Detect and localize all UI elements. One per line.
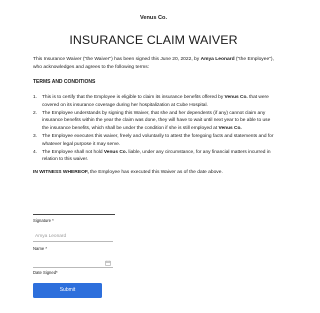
witness-text: the Employee has executed this Waiver as… — [88, 170, 223, 175]
terms-item-company: Venus Co. — [224, 95, 248, 100]
terms-item-text: The Employee shall not hold — [42, 149, 104, 155]
name-label: Name * — [33, 246, 47, 251]
intro-paragraph: This Insurance Waiver ("the Waiver") has… — [33, 56, 278, 72]
date-field[interactable] — [33, 257, 113, 268]
terms-heading: TERMS AND CONDITIONS — [33, 79, 96, 85]
witness-bold: IN WITNESS WHEREOF, — [33, 170, 89, 175]
waiver-page: Venus Co. INSURANCE CLAIM WAIVER This In… — [0, 0, 307, 313]
date-label: Date Signed* — [33, 270, 58, 275]
terms-item: 4. The Employee shall not hold Venus Co. … — [33, 149, 276, 165]
witness-statement: IN WITNESS WHEREOF, the Employee has exe… — [33, 169, 278, 177]
terms-item: 3. The Employee executes this waiver, fre… — [33, 133, 276, 149]
terms-item: 2. The Employee understands by signing th… — [33, 110, 276, 133]
terms-item-number: 1. — [33, 95, 38, 100]
signature-label: Signature * — [33, 218, 54, 223]
terms-item-text: This is to certify that the Employee is … — [42, 95, 225, 100]
terms-item-number: 2. — [33, 110, 38, 116]
employee-name: Amya Leonard — [200, 57, 235, 62]
signature-line[interactable] — [33, 214, 115, 215]
submit-button[interactable]: Submit — [33, 283, 102, 298]
terms-item-company: Venus Co. — [103, 149, 128, 155]
company-name: Venus Co. — [139, 15, 168, 21]
calendar-icon[interactable] — [105, 260, 111, 266]
terms-item-number: 3. — [33, 133, 38, 139]
terms-item-text: The Employee executes this waiver, freel… — [42, 133, 274, 147]
terms-item-company: Venus Co. — [218, 126, 242, 132]
terms-item: 1. This is to certify that the Employee i… — [33, 94, 276, 110]
page-title: INSURANCE CLAIM WAIVER — [69, 33, 238, 47]
terms-item-number: 4. — [33, 149, 38, 155]
terms-list: 1. This is to certify that the Employee i… — [33, 94, 276, 164]
intro-text-start: This Insurance Waiver ("the Waiver") has… — [33, 57, 201, 62]
name-field[interactable]: Amya Leonard — [33, 231, 113, 242]
